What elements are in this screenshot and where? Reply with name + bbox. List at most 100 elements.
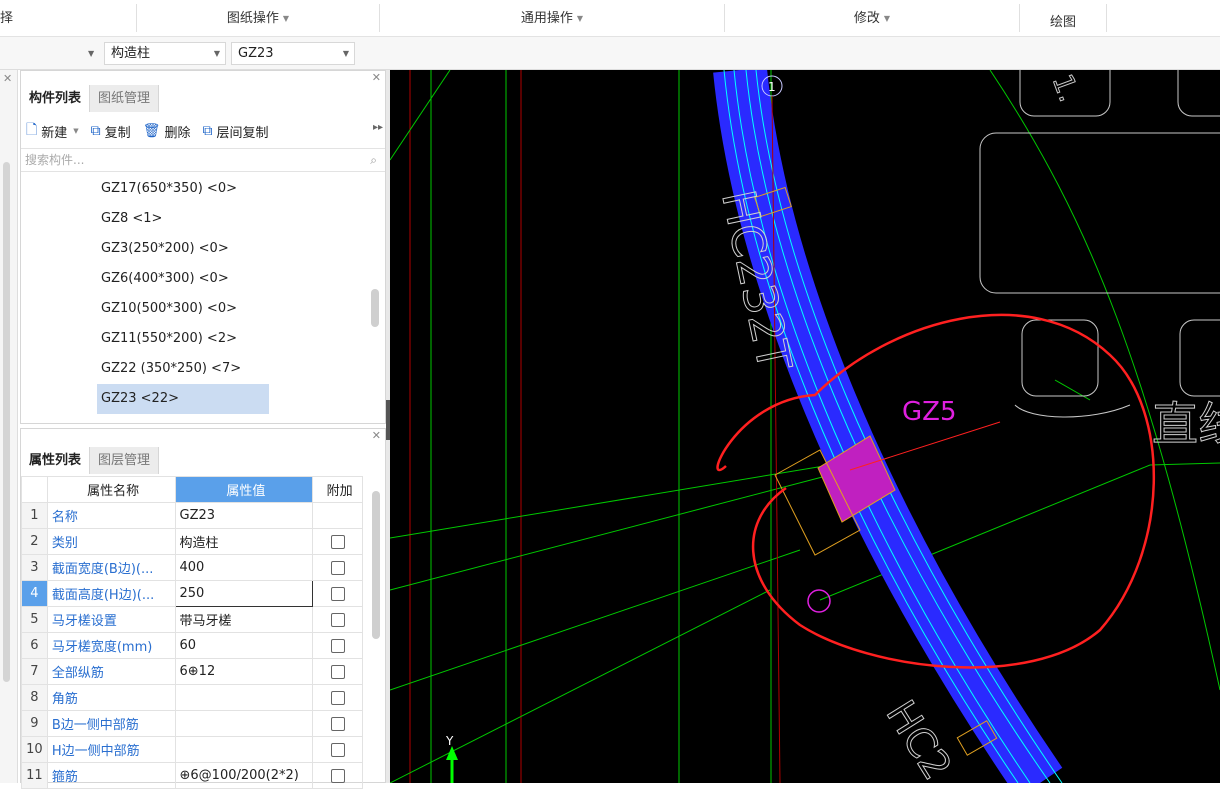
property-extra[interactable]: [312, 684, 363, 711]
chevron-down-icon: ▼: [282, 14, 290, 23]
ribbon-group-modify[interactable]: 修改 ▼: [725, 0, 1019, 37]
axis-marker-label: 1: [768, 80, 776, 94]
ribbon-group-label: 图纸操作: [226, 11, 279, 26]
close-icon[interactable]: ✕: [372, 71, 381, 84]
ribbon-group-label: 修改: [853, 11, 880, 26]
property-value[interactable]: 60: [174, 632, 314, 659]
table-row[interactable]: 11 箍筋 ⊕6@100/200(2*2): [21, 762, 363, 789]
property-value[interactable]: [174, 684, 314, 711]
list-item[interactable]: GZ8 <1>: [21, 204, 385, 234]
ribbon-group-drawing-ops[interactable]: 图纸操作 ▼: [137, 0, 379, 37]
checkbox[interactable]: [330, 638, 345, 653]
checkbox[interactable]: [330, 664, 345, 679]
list-item[interactable]: GZ22 (350*250) <7>: [21, 354, 385, 384]
checkbox[interactable]: [330, 586, 345, 601]
floor-copy-button[interactable]: ⧉ 层间复制: [202, 122, 268, 141]
component-select[interactable]: GZ23 ▼: [231, 42, 355, 65]
column-label: GZ5: [902, 397, 957, 427]
property-value[interactable]: ⊕6@100/200(2*2): [174, 762, 314, 789]
trash-icon: 🗑: [142, 123, 161, 139]
property-value[interactable]: [174, 736, 314, 763]
component-panel-tabs: 构件列表 图纸管理: [21, 85, 160, 112]
copy-button[interactable]: ⧉ 复制: [91, 122, 131, 141]
property-value[interactable]: 250: [174, 580, 314, 607]
table-row[interactable]: 8 角筋: [21, 684, 363, 711]
checkbox[interactable]: [330, 534, 345, 549]
list-item[interactable]: GZ11(550*200) <2>: [21, 324, 385, 354]
table-row[interactable]: 4 截面高度(H边)(... 250: [21, 580, 363, 607]
cad-drawing[interactable]: 1 GZ5 HC232T HC2 直线 1. Y: [390, 70, 1220, 783]
property-value[interactable]: 构造柱: [174, 528, 314, 555]
table-row[interactable]: 3 截面宽度(B边)(... 400: [21, 554, 363, 581]
chevron-down-icon[interactable]: ▼: [88, 42, 94, 65]
row-index: 6: [21, 632, 48, 659]
delete-button[interactable]: 🗑 删除: [143, 122, 191, 141]
checkbox[interactable]: [330, 742, 345, 757]
property-value[interactable]: [174, 710, 314, 737]
table-row[interactable]: 7 全部纵筋 6⊕12: [21, 658, 363, 685]
list-item[interactable]: GZ17(650*350) <0>: [21, 174, 385, 204]
ribbon-left-stub[interactable]: 择: [0, 0, 20, 37]
list-item[interactable]: GZ10(500*300) <0>: [21, 294, 385, 324]
table-row[interactable]: 1 名称 GZ23: [21, 502, 363, 529]
new-file-icon: 🗋: [26, 122, 38, 138]
close-icon[interactable]: ✕: [3, 72, 12, 85]
search-icon[interactable]: ⌕: [370, 149, 377, 171]
property-name: 类别: [46, 528, 176, 555]
copy-icon: ⧉: [202, 123, 213, 139]
property-extra[interactable]: [312, 736, 363, 763]
table-row[interactable]: 6 马牙槎宽度(mm) 60: [21, 632, 363, 659]
property-panel-tabs: 属性列表 图层管理: [21, 447, 160, 474]
chevron-down-icon: ▼: [883, 14, 891, 23]
checkbox[interactable]: [330, 560, 345, 575]
outline-text: 1.: [1046, 70, 1086, 106]
table-row[interactable]: 9 B边一侧中部筋: [21, 710, 363, 737]
type-select[interactable]: 构造柱 ▼: [104, 42, 226, 65]
list-item-selected[interactable]: GZ23 <22>: [97, 384, 269, 414]
scrollbar[interactable]: [371, 289, 379, 327]
grid-line: [390, 70, 451, 161]
component-list: GZ17(650*350) <0> GZ8 <1> GZ3(250*200) <…: [21, 174, 385, 414]
more-icon[interactable]: ▸▸: [373, 122, 383, 133]
scrollbar[interactable]: [3, 162, 10, 682]
property-name: 全部纵筋: [46, 658, 176, 685]
tab-layer-management[interactable]: 图层管理: [90, 447, 160, 474]
scrollbar[interactable]: [372, 491, 380, 639]
property-panel: ✕ 属性列表 图层管理 属性名称 属性值 附加 1 名称 GZ23 2 类别 构造柱 3 截面…: [20, 428, 386, 789]
property-value[interactable]: GZ23: [174, 502, 314, 529]
property-value[interactable]: 6⊕12: [174, 658, 314, 685]
ribbon-group-draw[interactable]: 绘图: [1020, 4, 1106, 41]
property-value[interactable]: 带马牙槎: [174, 606, 314, 633]
property-value[interactable]: 400: [174, 554, 314, 581]
tab-drawing-management[interactable]: 图纸管理: [90, 85, 160, 112]
new-button[interactable]: 🗋 新建 ▼: [26, 119, 79, 143]
ribbon-group-general-ops[interactable]: 通用操作 ▼: [380, 0, 724, 37]
table-row[interactable]: 2 类别 构造柱: [21, 528, 363, 555]
checkbox[interactable]: [330, 612, 345, 627]
table-row[interactable]: 5 马牙槎设置 带马牙槎: [21, 606, 363, 633]
checkbox[interactable]: [330, 768, 345, 783]
component-search-input[interactable]: 搜索构件... ⌕: [21, 148, 385, 172]
property-extra[interactable]: [312, 710, 363, 737]
property-extra[interactable]: [312, 632, 363, 659]
property-extra[interactable]: [312, 762, 363, 789]
property-extra[interactable]: [312, 554, 363, 581]
row-index: 9: [21, 710, 48, 737]
list-item[interactable]: GZ3(250*200) <0>: [21, 234, 385, 264]
cad-canvas[interactable]: 1 GZ5 HC232T HC2 直线 1. Y: [390, 70, 1220, 783]
property-name: 名称: [46, 502, 176, 529]
table-row[interactable]: 10 H边一侧中部筋: [21, 736, 363, 763]
tab-property-list[interactable]: 属性列表: [21, 447, 91, 474]
checkbox[interactable]: [330, 716, 345, 731]
checkbox[interactable]: [330, 690, 345, 705]
tab-component-list[interactable]: 构件列表: [21, 85, 91, 112]
property-extra[interactable]: [312, 658, 363, 685]
y-axis-arrow: [446, 746, 458, 760]
property-name: 箍筋: [46, 762, 176, 789]
list-item[interactable]: GZ6(400*300) <0>: [21, 264, 385, 294]
close-icon[interactable]: ✕: [372, 429, 381, 442]
property-extra[interactable]: [312, 606, 363, 633]
property-extra[interactable]: [312, 528, 363, 555]
property-extra[interactable]: [312, 580, 363, 607]
small-circle: [807, 589, 831, 613]
